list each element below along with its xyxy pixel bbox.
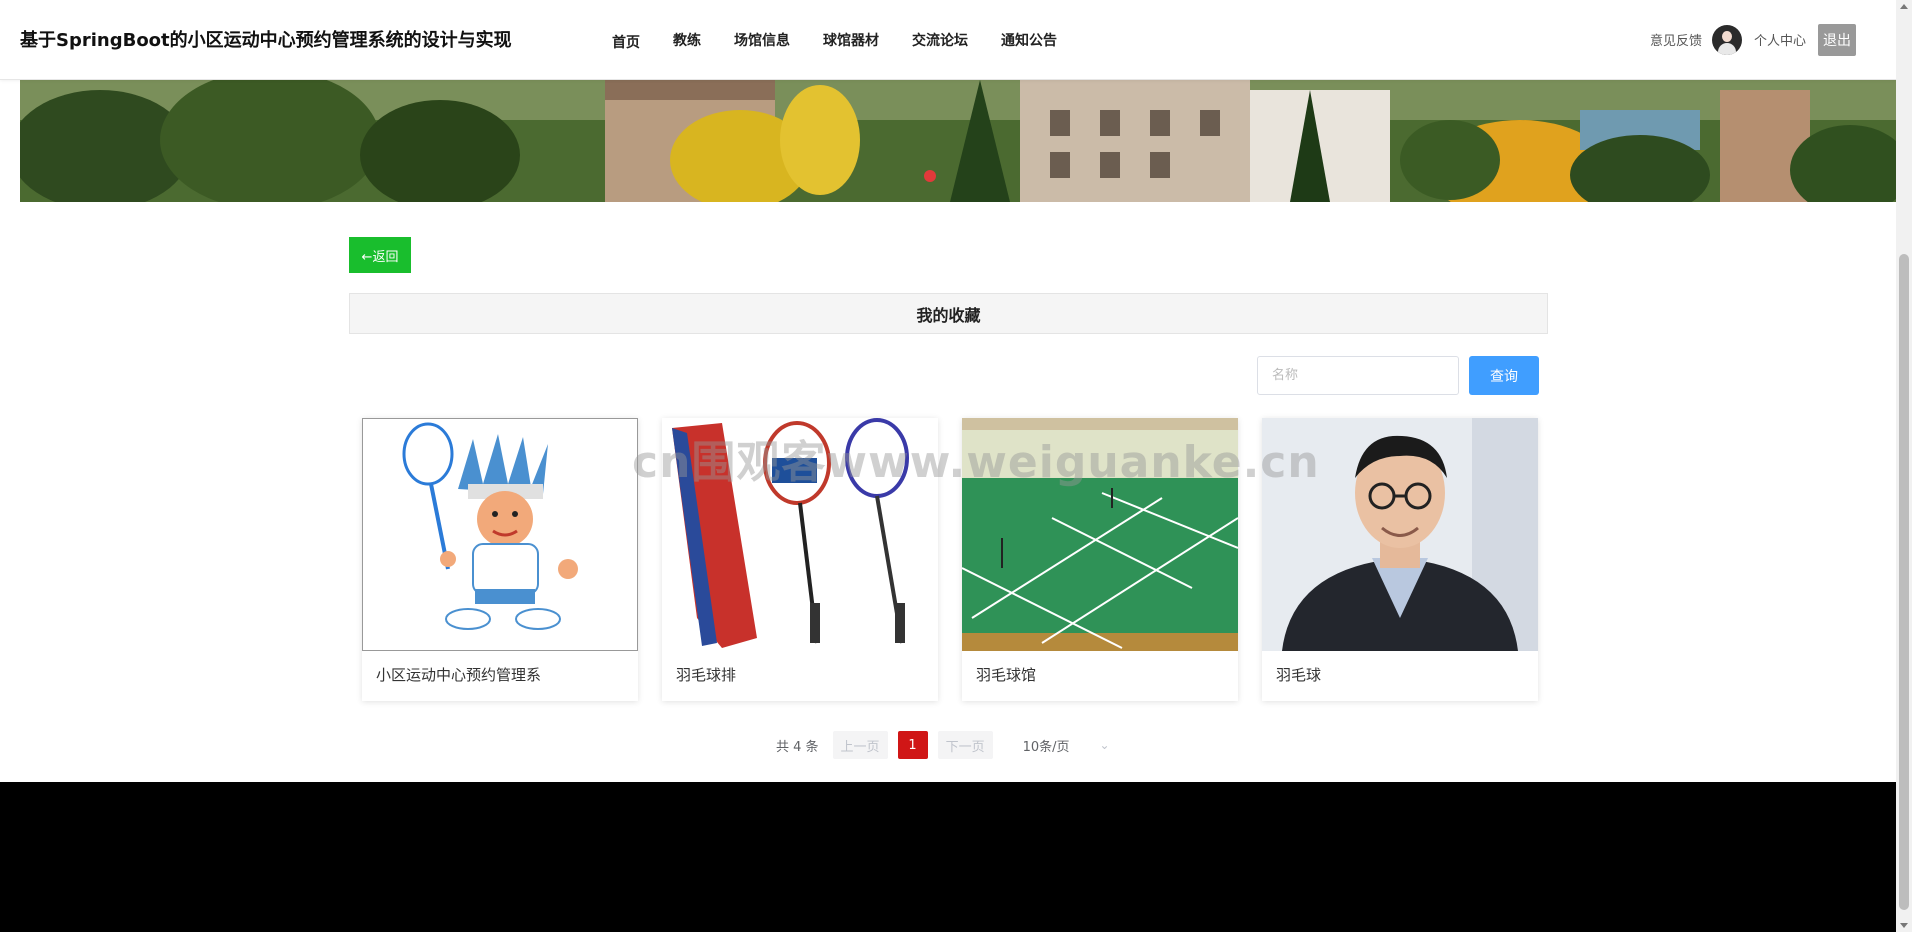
pagination: 共 4 条 上一页 1 下一页 10条/页 ⌄ [776, 731, 1110, 759]
nav-home[interactable]: 首页 [612, 32, 640, 52]
chevron-down-icon: ⌄ [1099, 738, 1110, 752]
card-image-mascot [362, 418, 638, 651]
page-size-label: 10条/页 [1022, 739, 1070, 755]
favorite-card[interactable]: 小区运动中心预约管理系 [362, 418, 638, 701]
next-page-button[interactable]: 下一页 [937, 731, 993, 759]
page: 基于SpringBoot的小区运动中心预约管理系统的设计与实现 首页 教练 场馆… [0, 0, 1896, 782]
pagination-total: 共 4 条 [776, 739, 819, 755]
logout-button[interactable]: 退出 [1818, 23, 1856, 56]
avatar[interactable] [1711, 24, 1742, 55]
banner-image [20, 80, 1896, 202]
personal-center-link[interactable]: 个人中心 [1754, 30, 1806, 49]
top-header: 基于SpringBoot的小区运动中心预约管理系统的设计与实现 首页 教练 场馆… [0, 0, 1896, 80]
section-title: 我的收藏 [349, 293, 1548, 334]
nav-forum[interactable]: 交流论坛 [912, 30, 968, 50]
card-name: 小区运动中心预约管理系 [376, 666, 542, 684]
favorite-card[interactable]: 羽毛球馆 [962, 418, 1238, 701]
mascot-image [402, 422, 578, 630]
nav-venue-info[interactable]: 场馆信息 [734, 30, 790, 50]
favorite-card[interactable]: 羽毛球 [1262, 418, 1538, 701]
user-area: 意见反馈 个人中心 退出 [1650, 0, 1856, 79]
page-number-1[interactable]: 1 [897, 731, 928, 759]
search-button[interactable]: 查询 [1469, 356, 1539, 395]
nav-coach[interactable]: 教练 [673, 30, 701, 50]
nav-announcements[interactable]: 通知公告 [1001, 30, 1057, 50]
card-name: 羽毛球 [1276, 666, 1322, 684]
search-input[interactable] [1257, 356, 1459, 395]
prev-page-button[interactable]: 上一页 [832, 731, 888, 759]
avatar-face [1721, 30, 1732, 42]
main-nav: 首页 教练 场馆信息 球馆器材 交流论坛 通知公告 [612, 0, 1090, 79]
banner-carousel [20, 80, 1896, 202]
court-image [962, 418, 1238, 651]
back-button[interactable]: ←返回 [349, 237, 411, 273]
page-size-select[interactable]: 10条/页 ⌄ [1023, 736, 1110, 755]
person-image [1262, 418, 1538, 651]
card-image-court [962, 418, 1238, 651]
feedback-link[interactable]: 意见反馈 [1650, 30, 1702, 49]
scroll-thumb[interactable] [1899, 254, 1909, 910]
card-name: 羽毛球排 [676, 666, 737, 684]
favorite-card[interactable]: 羽毛球排 [662, 418, 938, 701]
card-image-rackets [662, 418, 938, 651]
scroll-down-arrow-icon[interactable] [1900, 923, 1908, 928]
card-image-person [1262, 418, 1538, 651]
card-name: 羽毛球馆 [976, 666, 1037, 684]
site-title: 基于SpringBoot的小区运动中心预约管理系统的设计与实现 [20, 30, 512, 51]
nav-equipment[interactable]: 球馆器材 [823, 30, 879, 50]
avatar-body [1717, 42, 1736, 55]
page-scrollbar[interactable] [1896, 0, 1912, 932]
rackets-image [672, 418, 909, 648]
scroll-up-arrow-icon[interactable] [1900, 4, 1908, 9]
